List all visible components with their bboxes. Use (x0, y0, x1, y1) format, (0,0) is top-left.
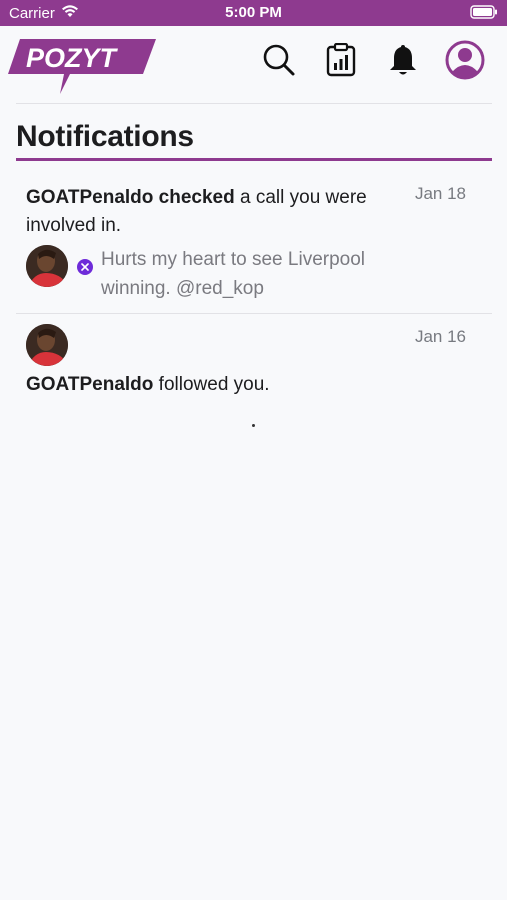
notification-user[interactable]: GOATPenaldo (26, 374, 153, 395)
avatar[interactable] (26, 245, 68, 287)
x-mark-icon (77, 259, 93, 275)
notification-date: Jan 18 (414, 184, 466, 203)
call-quote[interactable]: Hurts my heart to see Liverpool winning.… (101, 245, 431, 303)
notification-user[interactable]: GOATPenaldo (26, 187, 153, 208)
notification-rest: followed you. (153, 374, 270, 395)
header-divider (16, 103, 492, 104)
notification-action: checked (158, 187, 235, 208)
status-bar: Carrier 5:00 PM (0, 0, 507, 26)
notification-text: GOATPenaldo followed you. (26, 371, 270, 399)
page-title: Notifications (16, 120, 194, 153)
notification-item[interactable]: Jan 16 GOATPenaldo followed you. (16, 314, 492, 404)
title-underline (16, 158, 492, 161)
app-header: POZYT (0, 26, 507, 104)
notification-text: GOATPenaldo checked a call you were invo… (26, 184, 406, 240)
profile-icon[interactable] (445, 40, 485, 80)
notification-date: Jan 16 (414, 327, 466, 346)
bell-icon[interactable] (383, 40, 423, 80)
notification-item[interactable]: GOATPenaldo checked a call you were invo… (16, 168, 492, 314)
avatar[interactable] (26, 324, 68, 366)
battery-icon (470, 5, 498, 23)
pozyt-logo[interactable]: POZYT (8, 34, 158, 94)
header-icons (259, 40, 485, 80)
logo-text: POZYT (26, 43, 119, 73)
search-icon[interactable] (259, 40, 299, 80)
status-time: 5:00 PM (225, 4, 282, 21)
loading-indicator (252, 424, 255, 427)
clipboard-chart-icon[interactable] (321, 40, 361, 80)
